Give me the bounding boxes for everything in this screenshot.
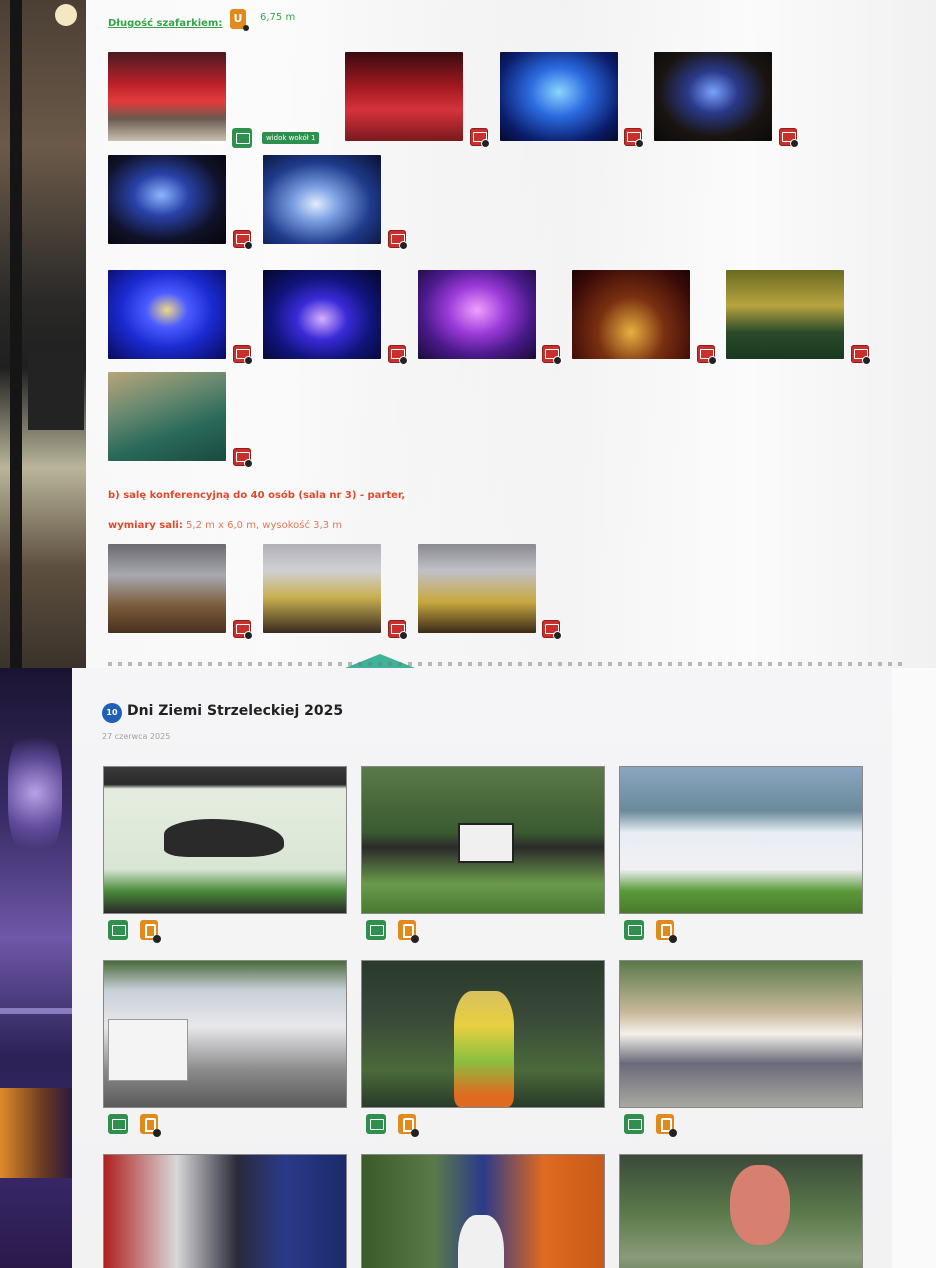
gallery-icon[interactable] xyxy=(624,1114,644,1134)
gallery-icon[interactable] xyxy=(108,920,128,940)
user-icon[interactable] xyxy=(398,920,419,943)
photo-icon[interactable] xyxy=(779,128,799,148)
room-dimensions: wymiary sali: 5,2 m x 6,0 m, wysokość 3,… xyxy=(108,520,342,531)
left-background-image xyxy=(0,0,86,668)
gallery-icon[interactable] xyxy=(366,1114,386,1134)
event-photo-8[interactable] xyxy=(361,1154,605,1268)
theater-photo-3[interactable] xyxy=(500,52,618,141)
stage-light-decor xyxy=(0,1088,72,1178)
right-margin xyxy=(892,668,936,1268)
user-icon[interactable] xyxy=(656,920,677,943)
theater-photo-6[interactable] xyxy=(263,155,381,244)
photo-icon[interactable] xyxy=(470,128,490,148)
event-photo-2[interactable] xyxy=(361,766,605,914)
event-photo-1[interactable] xyxy=(103,766,347,914)
glow-decor xyxy=(8,728,62,858)
event-title[interactable]: Dni Ziemi Strzeleckiej 2025 xyxy=(127,703,343,719)
theater-photo-1[interactable] xyxy=(108,52,226,141)
door-frame-decor xyxy=(10,0,22,668)
user-icon[interactable] xyxy=(140,920,161,943)
user-icon xyxy=(243,25,249,31)
photo-icon[interactable] xyxy=(542,345,562,365)
event-date: 27 czerwca 2025 xyxy=(102,732,171,741)
clown-decor xyxy=(454,991,514,1107)
text-fragment-decor xyxy=(108,662,908,666)
conference-photo-2[interactable] xyxy=(263,544,381,633)
user-icon[interactable] xyxy=(140,1114,161,1137)
photo-icon[interactable] xyxy=(624,128,644,148)
event-photo-3[interactable] xyxy=(619,766,863,914)
lamp-decor xyxy=(55,4,77,26)
photo-icon[interactable] xyxy=(233,448,253,468)
photo-icon[interactable] xyxy=(697,345,717,365)
event-photo-9[interactable] xyxy=(619,1154,863,1268)
photo-icon[interactable] xyxy=(233,230,253,250)
theater-photo-12[interactable] xyxy=(108,372,226,461)
photo-icon[interactable] xyxy=(388,230,408,250)
photo-icon[interactable] xyxy=(388,345,408,365)
view-tag[interactable]: widok wokół 1 xyxy=(262,132,320,144)
event-badge: 10 xyxy=(102,703,122,723)
conference-photo-3[interactable] xyxy=(418,544,536,633)
length-value: 6,75 m xyxy=(260,12,296,23)
photo-icon[interactable] xyxy=(233,620,253,640)
gallery-icon[interactable] xyxy=(108,1114,128,1134)
photo-icon[interactable] xyxy=(542,620,562,640)
monitor-decor xyxy=(28,350,84,430)
user-icon[interactable] xyxy=(656,1114,677,1137)
theater-photo-10[interactable] xyxy=(572,270,690,359)
van-decor xyxy=(108,1019,188,1081)
photo-icon[interactable] xyxy=(388,620,408,640)
child-decor xyxy=(458,1215,504,1268)
event-photo-6[interactable] xyxy=(619,960,863,1108)
mascot-decor xyxy=(730,1165,790,1245)
theater-photo-9[interactable] xyxy=(418,270,536,359)
event-photo-5[interactable] xyxy=(361,960,605,1108)
photo-icon[interactable] xyxy=(851,345,871,365)
event-gallery-section: 10 Dni Ziemi Strzeleckiej 2025 27 czerwc… xyxy=(0,668,936,1268)
length-label[interactable]: Długość szafarkiem: xyxy=(108,11,222,30)
gallery-icon[interactable] xyxy=(232,128,252,148)
gallery-icon[interactable] xyxy=(624,920,644,940)
theater-photo-5[interactable] xyxy=(108,155,226,244)
theater-photo-11[interactable] xyxy=(726,270,844,359)
shoe-decor xyxy=(164,819,284,857)
left-background-image xyxy=(0,668,72,1268)
theater-photo-8[interactable] xyxy=(263,270,381,359)
gallery-icon[interactable] xyxy=(366,920,386,940)
conference-heading: b) salę konferencyjną do 40 osób (sala n… xyxy=(108,490,406,501)
photo-icon[interactable] xyxy=(233,345,253,365)
theater-photo-7[interactable] xyxy=(108,270,226,359)
theater-page-section: Długość szafarkiem: U 6,75 m widok wokół… xyxy=(0,0,936,668)
theater-photo-4[interactable] xyxy=(654,52,772,141)
theater-photo-2[interactable] xyxy=(345,52,463,141)
light-stripe-decor xyxy=(0,1008,72,1014)
user-icon[interactable] xyxy=(398,1114,419,1137)
event-photo-4[interactable] xyxy=(103,960,347,1108)
conference-photo-1[interactable] xyxy=(108,544,226,633)
screen-decor xyxy=(458,823,514,863)
event-photo-7[interactable] xyxy=(103,1154,347,1268)
